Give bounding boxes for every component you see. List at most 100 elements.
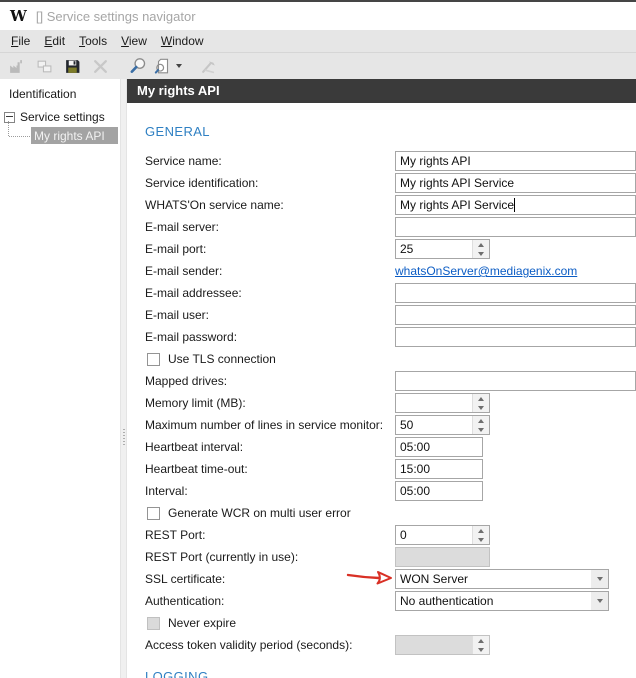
interval-input[interactable]: 05:00 [395,481,483,501]
whats-on-service-name-input[interactable]: My rights API Service [395,195,636,215]
heartbeat-interval-row: Heartbeat interval: 05:00 [145,436,636,458]
ssl-certificate-label: SSL certificate: [145,572,226,586]
e-mail-password-row: E-mail password: [145,326,636,348]
panes: Identification Service settings My right… [0,79,636,678]
e-mail-sender-link[interactable]: whatsOnServer@mediagenix.com [395,264,577,278]
app-logo-icon: W [10,7,27,25]
service-identification-input[interactable]: My rights API Service [395,173,636,193]
spin-down-icon[interactable] [473,645,489,654]
rest-port-row: REST Port: 0 [145,524,636,546]
selected-value: WON Server [400,572,469,586]
titlebar[interactable]: W [] Service settings navigator [0,2,636,30]
rest-port-currently-in-use-input[interactable] [395,547,490,567]
service-settings-navigator-window: W [] Service settings navigator File Edit… [0,0,636,678]
access-token-validity-period-seconds-row: Access token validity period (seconds): [145,634,636,656]
maximum-number-of-lines-in-service-monitor-row: Maximum number of lines in service monit… [145,414,636,436]
authentication-row: Authentication: No authentication [145,590,636,612]
service-name-row: Service name: My rights API [145,150,636,172]
authentication-select[interactable]: No authentication [395,591,609,611]
dropdown-arrow-icon[interactable] [591,592,608,610]
e-mail-password-label: E-mail password: [145,330,238,344]
e-mail-password-input[interactable] [395,327,636,347]
search-icon[interactable] [126,55,150,77]
heartbeat-time-out-label: Heartbeat time-out: [145,462,248,476]
interval-row: Interval: 05:00 [145,480,636,502]
ssl-certificate-select[interactable]: WON Server [395,569,609,589]
menu-file[interactable]: File [4,32,37,50]
whats-on-service-name-row: WHATS'On service name: My rights API Serv… [145,194,636,216]
spin-up-icon[interactable] [473,394,489,403]
use-tls-connection-label: Use TLS connection [168,352,276,366]
spinner-buttons[interactable] [472,416,489,434]
rest-port-stepper[interactable]: 0 [395,525,490,545]
spinner-buttons[interactable] [472,240,489,258]
e-mail-port-label: E-mail port: [145,242,207,256]
tree-item-my-rights-api[interactable]: My rights API [31,127,118,144]
e-mail-port-stepper[interactable]: 25 [395,239,490,259]
heartbeat-interval-input[interactable]: 05:00 [395,437,483,457]
menu-edit[interactable]: Edit [37,32,72,50]
input-value: 50 [400,418,414,432]
generate-wcr-on-multi-user-error-row: Generate WCR on multi user error [145,502,636,524]
never-expire-label: Never expire [168,616,237,630]
rest-port-label: REST Port: [145,528,206,542]
spinner-buttons[interactable] [472,394,489,412]
pane-splitter[interactable] [120,79,127,678]
e-mail-server-input[interactable] [395,217,636,237]
generate-wcr-on-multi-user-error-checkbox[interactable] [147,506,160,520]
use-tls-connection-checkbox[interactable] [147,352,160,366]
rest-port-currently-in-use-row: REST Port (currently in use): [145,546,636,568]
access-token-validity-period-seconds-stepper[interactable] [395,635,490,655]
heartbeat-time-out-input[interactable]: 15:00 [395,459,483,479]
memory-limit-mb-label: Memory limit (MB): [145,396,246,410]
spin-up-icon[interactable] [473,240,489,249]
search-options-icon[interactable] [154,55,182,77]
spin-down-icon[interactable] [473,425,489,434]
form-fields: Service name: My rights API Service identi… [145,150,636,656]
input-value: 25 [400,242,414,256]
maximum-number-of-lines-in-service-monitor-stepper[interactable]: 50 [395,415,490,435]
spin-up-icon[interactable] [473,636,489,645]
spinner-buttons[interactable] [472,526,489,544]
input-value: My rights API [400,154,471,168]
dropdown-arrow-icon[interactable] [591,570,608,588]
spin-up-icon[interactable] [473,526,489,535]
menu-tools[interactable]: Tools [72,32,114,50]
spin-down-icon[interactable] [473,249,489,258]
e-mail-server-label: E-mail server: [145,220,220,234]
input-value: 05:00 [400,440,431,454]
spinner-buttons[interactable] [472,636,489,654]
tools-icon[interactable] [196,55,220,77]
delete-icon[interactable] [88,55,112,77]
save-icon[interactable] [60,55,84,77]
menu-view[interactable]: View [114,32,154,50]
never-expire-checkbox[interactable] [147,616,160,630]
detail-content: GENERAL Service name: My rights API Servic… [127,124,636,678]
e-mail-server-row: E-mail server: [145,216,636,238]
rest-port-currently-in-use-label: REST Port (currently in use): [145,550,299,564]
spin-up-icon[interactable] [473,416,489,425]
input-value: My rights API Service [400,198,515,212]
service-name-input[interactable]: My rights API [395,151,636,171]
menu-window[interactable]: Window [154,32,211,50]
memory-limit-mb-stepper[interactable] [395,393,490,413]
factory-icon[interactable] [4,55,28,77]
generate-wcr-on-multi-user-error-label: Generate WCR on multi user error [168,506,351,520]
authentication-label: Authentication: [145,594,225,608]
mapped-drives-row: Mapped drives: [145,370,636,392]
tree-item-label: Service settings [20,110,105,124]
spin-down-icon[interactable] [473,535,489,544]
e-mail-addressee-input[interactable] [395,283,636,303]
text-cursor [514,198,516,212]
e-mail-port-row: E-mail port: 25 [145,238,636,260]
tree-item-service-settings[interactable]: Service settings [0,108,120,126]
collapse-expander-icon[interactable] [4,111,15,123]
e-mail-user-input[interactable] [395,305,636,325]
never-expire-row: Never expire [145,612,636,634]
spin-down-icon[interactable] [473,403,489,412]
tree-connector [8,121,9,136]
mapped-drives-input[interactable] [395,371,636,391]
cascade-windows-icon[interactable] [32,55,56,77]
e-mail-addressee-row: E-mail addressee: [145,282,636,304]
service-identification-row: Service identification: My rights API Ser… [145,172,636,194]
